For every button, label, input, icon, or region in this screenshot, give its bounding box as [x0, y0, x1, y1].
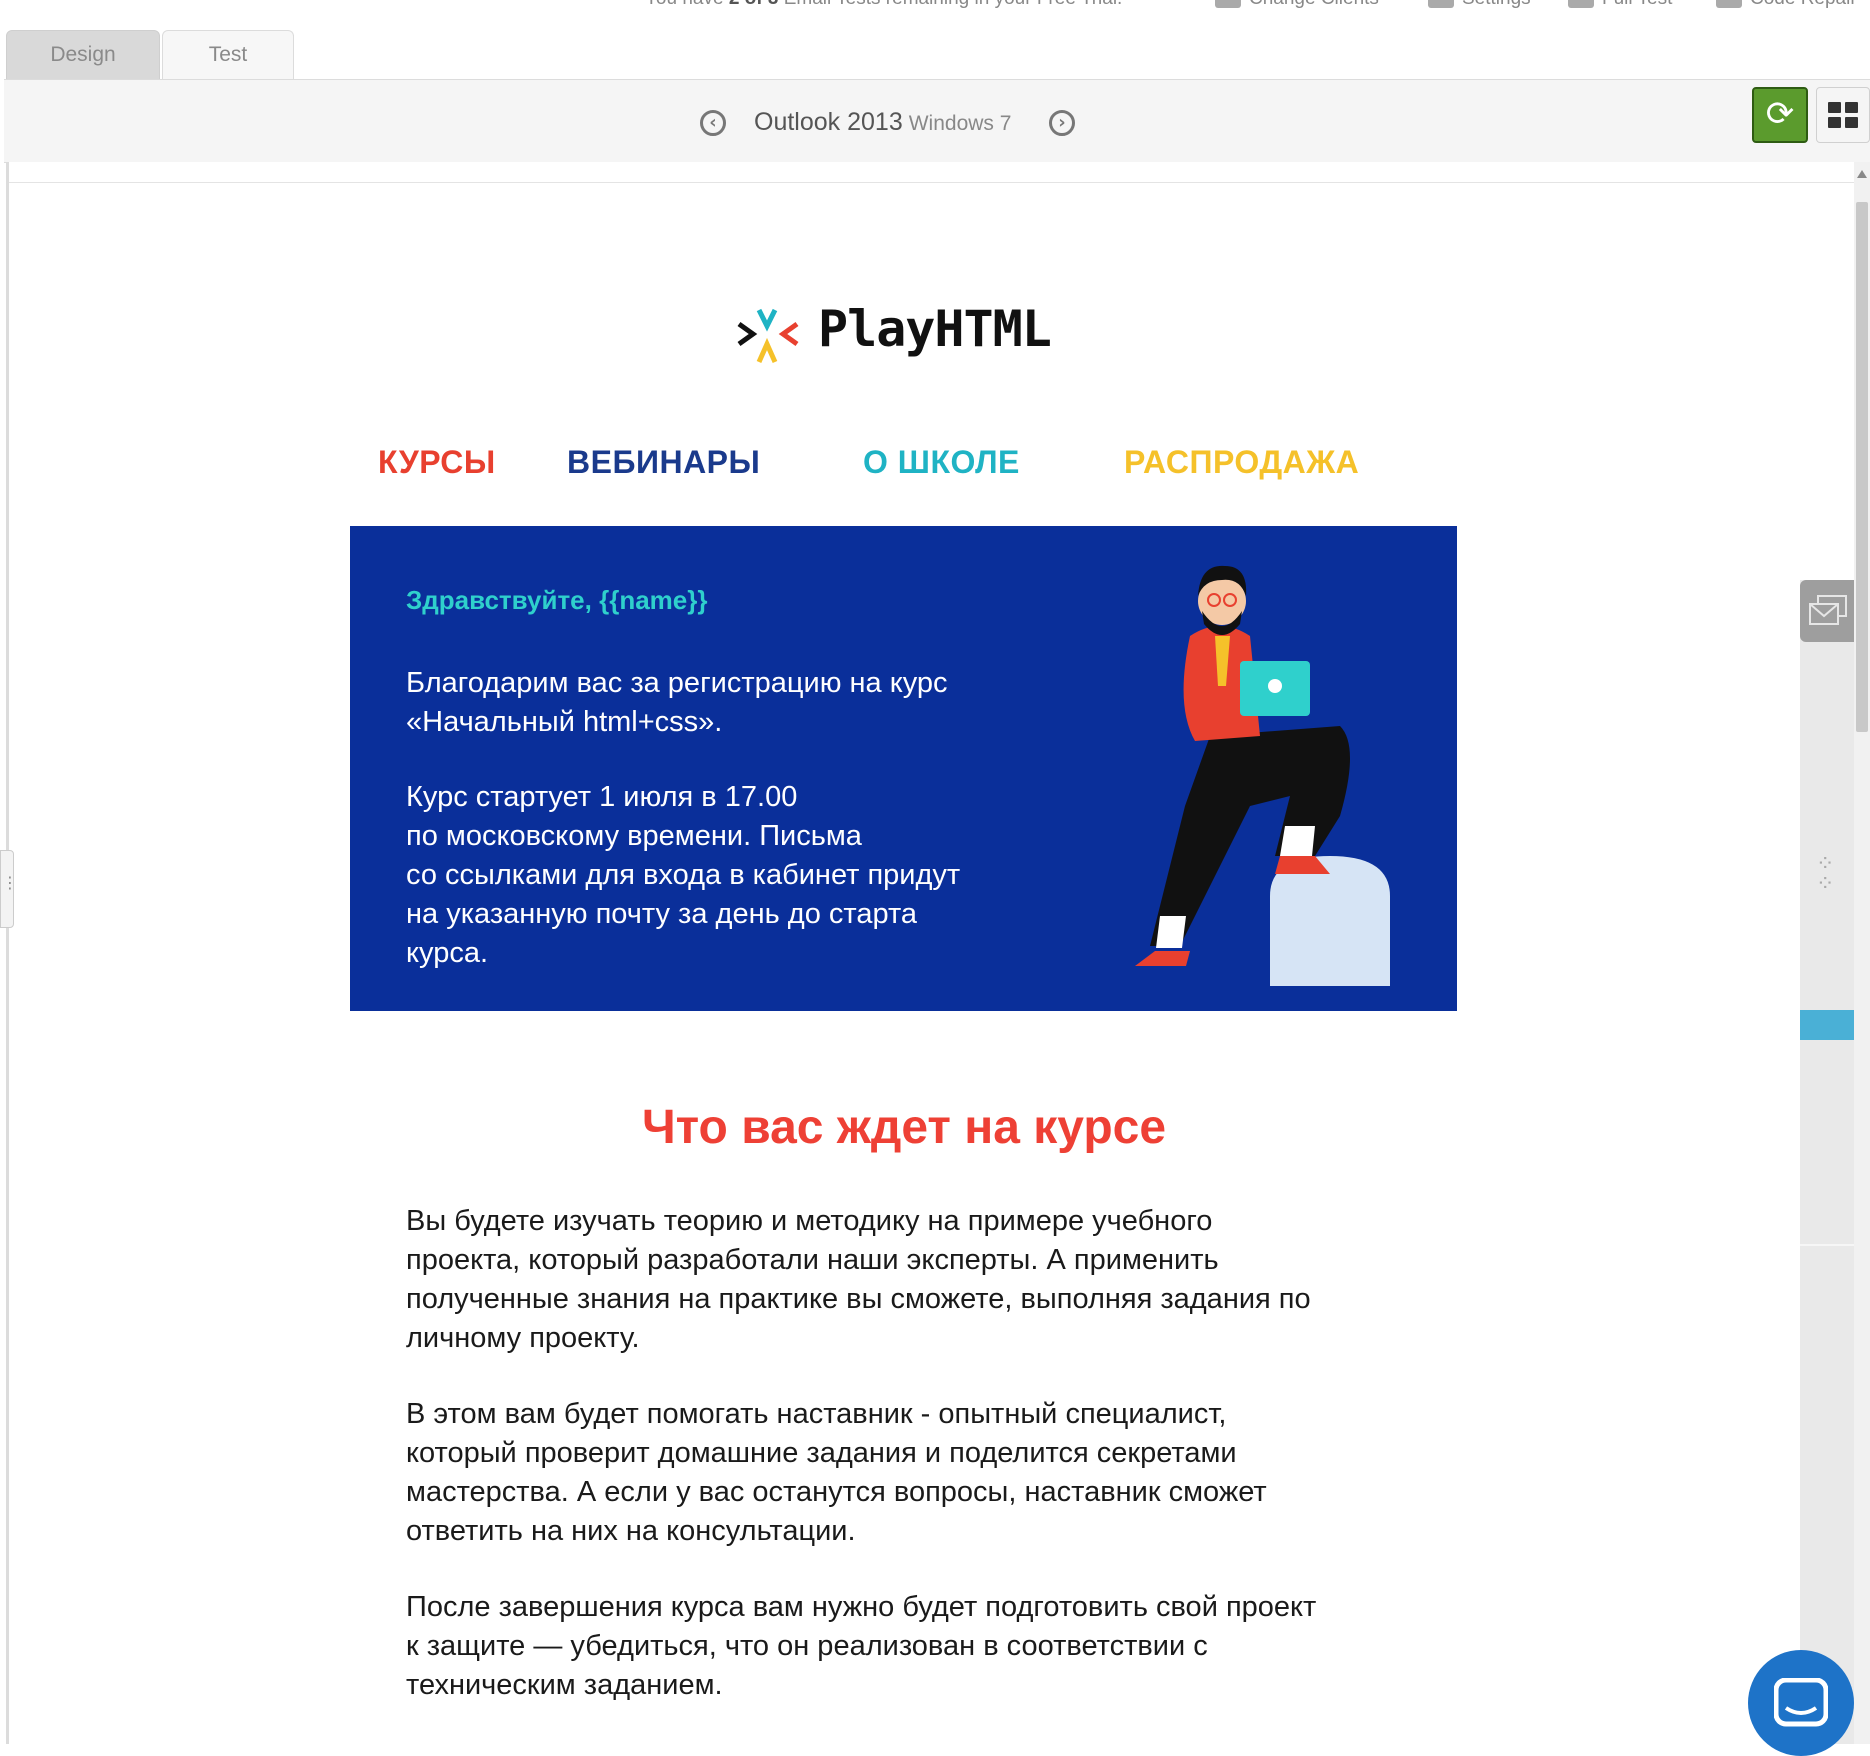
- side-panel: [1800, 580, 1854, 1744]
- side-panel-toggle[interactable]: [1800, 580, 1854, 642]
- tab-design[interactable]: Design: [6, 30, 160, 80]
- client-label: Outlook 2013 Windows 7: [754, 108, 1012, 136]
- mentor-paragraph: В этом вам будет помогать наставник - оп…: [406, 1398, 1267, 1547]
- top-status-bar: You have 2 of 3 Email Tests remaining in…: [0, 0, 1870, 18]
- code-repair-link[interactable]: Code Repair: [1716, 0, 1857, 10]
- nav-courses[interactable]: КУРСЫ: [378, 444, 496, 481]
- resize-handle[interactable]: [0, 850, 18, 928]
- grid-view-button[interactable]: [1816, 87, 1870, 143]
- project-paragraph: После завершения курса вам нужно будет п…: [406, 1591, 1317, 1701]
- chat-widget-button[interactable]: [1748, 1650, 1854, 1756]
- playhtml-logo-icon: [737, 308, 799, 364]
- course-paragraph: Вы будете изучать теорию и методику на п…: [406, 1205, 1311, 1354]
- full-test-link[interactable]: Full Test: [1568, 0, 1672, 10]
- monitor-icon: [1568, 0, 1594, 8]
- course-start-text: Курс стартует 1 июля в 17.00 по московск…: [406, 781, 961, 969]
- previous-client-button[interactable]: ‹: [700, 110, 726, 136]
- side-panel-divider: [1800, 1244, 1854, 1246]
- nav-about-school[interactable]: О ШКОЛЕ: [863, 444, 1020, 481]
- greeting-text: Здравствуйте, {{name}}: [406, 585, 708, 615]
- nav-sale[interactable]: РАСПРОДАЖА: [1124, 444, 1359, 481]
- wrench-icon: [1716, 0, 1742, 8]
- refresh-button[interactable]: ⟳: [1752, 87, 1808, 143]
- section-heading: Что вас ждет на курсе: [641, 1101, 1167, 1154]
- stacked-mail-icon: [1809, 595, 1847, 625]
- registration-thanks-text: Благодарим вас за регистрацию на курс «Н…: [406, 667, 948, 738]
- settings-link[interactable]: Settings: [1428, 0, 1531, 10]
- frame-divider: [9, 182, 1854, 183]
- logo-text: PlayHTML: [818, 300, 1052, 358]
- scrollbar-thumb[interactable]: [1856, 202, 1868, 732]
- illustration-man-with-laptop: [1135, 565, 1390, 986]
- drag-handle-icon[interactable]: ⁘ ⁘: [1816, 854, 1834, 896]
- scroll-up-arrow-icon[interactable]: [1857, 170, 1867, 178]
- side-panel-indicator: [1800, 1010, 1854, 1040]
- client-toolbar: ‹ Outlook 2013 Windows 7 ›: [4, 79, 1870, 163]
- nav-webinars[interactable]: ВЕБИНАРЫ: [567, 444, 760, 481]
- change-clients-link[interactable]: Change Clients: [1215, 0, 1379, 10]
- next-client-button[interactable]: ›: [1049, 110, 1075, 136]
- tab-test[interactable]: Test: [162, 30, 294, 81]
- chat-icon: [1774, 1678, 1828, 1727]
- mail-icon: [1215, 0, 1241, 8]
- gear-icon: [1428, 0, 1454, 8]
- refresh-icon: ⟳: [1765, 94, 1795, 134]
- trial-status: You have 2 of 3 Email Tests remaining in…: [645, 0, 1122, 10]
- preview-scrollbar[interactable]: [1854, 162, 1870, 1744]
